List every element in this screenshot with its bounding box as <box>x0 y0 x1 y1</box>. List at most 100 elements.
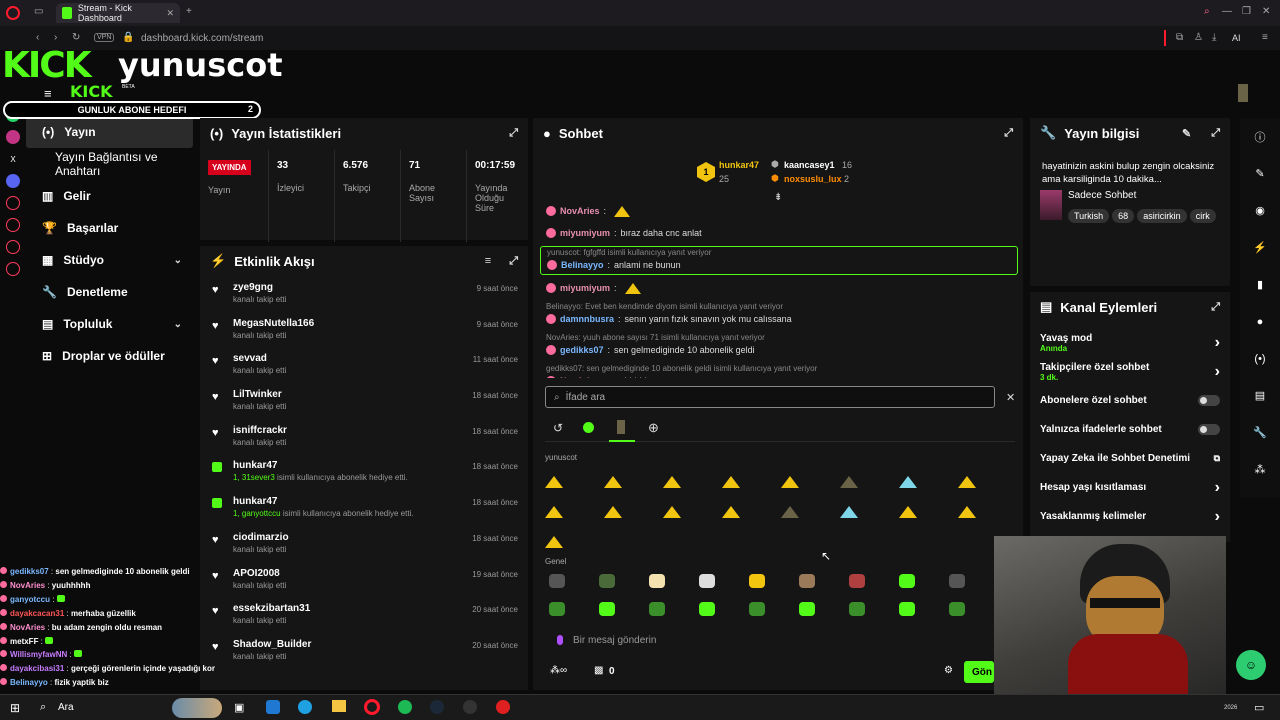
emote-icon[interactable] <box>840 476 858 488</box>
gift-recipient[interactable]: 1, ganyottccu <box>233 509 281 518</box>
chat-username[interactable]: gedikks07 <box>560 345 604 355</box>
opera-icon[interactable] <box>364 699 380 715</box>
info-icon[interactable]: ⓘ <box>1240 118 1280 155</box>
nav-item-denetleme[interactable]: 🔧 Denetleme <box>26 276 200 308</box>
channel-action-row[interactable]: Yapay Zeka ile Sohbet Denetimi ⧉ <box>1030 444 1230 473</box>
emote-icon[interactable] <box>663 506 681 518</box>
emote-icon[interactable] <box>545 476 563 488</box>
emote-icon[interactable] <box>899 602 915 616</box>
nav-item-yayin[interactable]: (•) Yayın <box>26 116 193 148</box>
nav-item-topluluk[interactable]: ▤ Topluluk ⌄ <box>26 308 200 340</box>
edit-icon[interactable]: ✎ <box>1240 155 1280 192</box>
recent-emotes-icon[interactable]: ↺ <box>553 421 563 435</box>
nav-item-stream-key[interactable]: Yayın Bağlantısı ve Anahtarı <box>26 148 200 180</box>
emote-icon[interactable] <box>899 574 915 588</box>
edge-icon[interactable] <box>298 700 312 714</box>
opera-logo-icon[interactable] <box>6 6 20 20</box>
emote-icon[interactable] <box>958 476 976 488</box>
back-icon[interactable]: ‹ <box>36 32 39 43</box>
emote-icon[interactable] <box>722 506 740 518</box>
kick-emotes-icon[interactable] <box>583 422 594 433</box>
emote-icon[interactable] <box>549 602 565 616</box>
support-button[interactable]: ☺ <box>1236 650 1266 680</box>
music-icon[interactable] <box>6 240 20 254</box>
channel-emotes-icon[interactable] <box>617 420 625 434</box>
x-icon[interactable]: X <box>6 152 20 166</box>
global-emotes-icon[interactable]: ⊕ <box>648 420 659 436</box>
hamburger-menu-icon[interactable]: ≡ <box>44 86 52 101</box>
emote-icon[interactable] <box>749 574 765 588</box>
vpn-badge[interactable]: VPN <box>94 33 115 42</box>
reload-icon[interactable]: ↻ <box>72 32 80 43</box>
emote-icon[interactable] <box>799 602 815 616</box>
chat-message[interactable]: gedikks07: sen gelmediginde 10 abonelik … <box>540 363 1018 378</box>
channel-action-row[interactable]: Takipçilere özel sohbet 3 dk. › <box>1030 357 1230 386</box>
chevron-right-icon[interactable]: › <box>1215 479 1220 497</box>
nav-item-studyo[interactable]: ▦ Stüdyo ⌄ <box>26 244 200 276</box>
emote-icon[interactable] <box>849 602 865 616</box>
chevron-right-icon[interactable]: › <box>1215 363 1220 381</box>
new-tab-button[interactable]: + <box>186 6 192 17</box>
emote-icon[interactable] <box>949 574 965 588</box>
emote-icon[interactable] <box>749 602 765 616</box>
obs-icon[interactable] <box>463 700 477 714</box>
points-icon[interactable]: ⁂∞ <box>550 665 567 676</box>
emote-icon[interactable] <box>649 602 665 616</box>
emote-icon[interactable] <box>649 574 665 588</box>
file-explorer-icon[interactable] <box>332 700 346 712</box>
external-link-icon[interactable]: ⧉ <box>1214 453 1220 464</box>
activity-username[interactable]: zye9gng <box>233 282 518 293</box>
chat-message[interactable]: miyumiyum: bıraz daha cnc anlat <box>540 224 1018 242</box>
chat-settings-icon[interactable]: ⚙ <box>944 665 953 676</box>
chat-message[interactable]: NovAries: <box>540 202 1018 220</box>
chat-icon[interactable]: ● <box>1240 303 1280 340</box>
window-close-icon[interactable]: ✕ <box>1262 6 1270 17</box>
chat-username[interactable]: NovAries <box>560 206 600 216</box>
maximize-icon[interactable]: ❐ <box>1242 6 1251 17</box>
emote-icon[interactable] <box>781 506 799 518</box>
chat-input[interactable]: Bir mesaj gönderin <box>545 628 995 652</box>
sidebar-dot-icon[interactable] <box>6 196 20 210</box>
nav-item-droplar[interactable]: ⊞ Droplar ve ödüller <box>26 340 200 372</box>
expand-icon[interactable]: ⤢ <box>1211 301 1220 314</box>
extensions-icon[interactable]: ⧉ <box>1176 32 1183 43</box>
edit-icon[interactable]: ✎ <box>1182 127 1191 140</box>
chat-message[interactable]: NovAries: yuuh abone sayısı 71 isimli ku… <box>540 332 1018 359</box>
channel-action-row[interactable]: Hesap yaşı kısıtlaması › <box>1030 473 1230 502</box>
chat-message[interactable]: miyumiyum: <box>540 279 1018 297</box>
discord-icon[interactable] <box>6 174 20 188</box>
emote-icon[interactable] <box>899 506 917 518</box>
emote-icon[interactable] <box>840 506 858 518</box>
gift-box-icon[interactable]: ▩ <box>594 665 603 676</box>
close-emote-picker-icon[interactable]: ✕ <box>1006 391 1015 404</box>
expand-icon[interactable]: ⤢ <box>509 255 518 268</box>
notification-icon[interactable]: ▭ <box>1254 701 1264 714</box>
category-name[interactable]: Sadece Sohbet <box>1068 190 1219 201</box>
emote-icon[interactable] <box>604 476 622 488</box>
camera-icon[interactable]: ◉ <box>1240 192 1280 229</box>
spotify-icon[interactable] <box>398 700 412 714</box>
forward-icon[interactable]: › <box>54 32 57 43</box>
actions-icon[interactable]: ▤ <box>1240 377 1280 414</box>
task-view-icon[interactable]: ▣ <box>234 701 244 714</box>
expand-icon[interactable]: ⤢ <box>1004 127 1013 140</box>
activity-username[interactable]: MegasNutella166 <box>233 318 518 329</box>
channel-action-row[interactable]: Abonelere özel sohbet <box>1030 386 1230 415</box>
url-text[interactable]: dashboard.kick.com/stream <box>141 33 263 44</box>
browser-tab[interactable]: Stream - Kick Dashboard ✕ <box>56 3 180 23</box>
nav-item-gelir[interactable]: ▥ Gelir <box>26 180 200 212</box>
chat-username[interactable]: Belinayyo <box>561 260 604 270</box>
emote-icon[interactable] <box>663 476 681 488</box>
chat-username[interactable]: miyumiyum <box>560 228 610 238</box>
emote-icon[interactable] <box>699 602 715 616</box>
emote-icon[interactable] <box>849 574 865 588</box>
chevron-right-icon[interactable]: › <box>1215 334 1220 352</box>
windows-start-icon[interactable]: ⊞ <box>10 701 20 715</box>
emote-search-input[interactable]: ⌕ İfade ara <box>545 386 995 408</box>
toggle-switch[interactable] <box>1198 395 1220 406</box>
chat-username[interactable]: miyumiyum <box>560 283 610 293</box>
nav-item-basarilar[interactable]: 🏆 Başarılar <box>26 212 200 244</box>
toggle-switch[interactable] <box>1198 424 1220 435</box>
emote-icon[interactable] <box>599 602 615 616</box>
history-icon[interactable] <box>6 218 20 232</box>
